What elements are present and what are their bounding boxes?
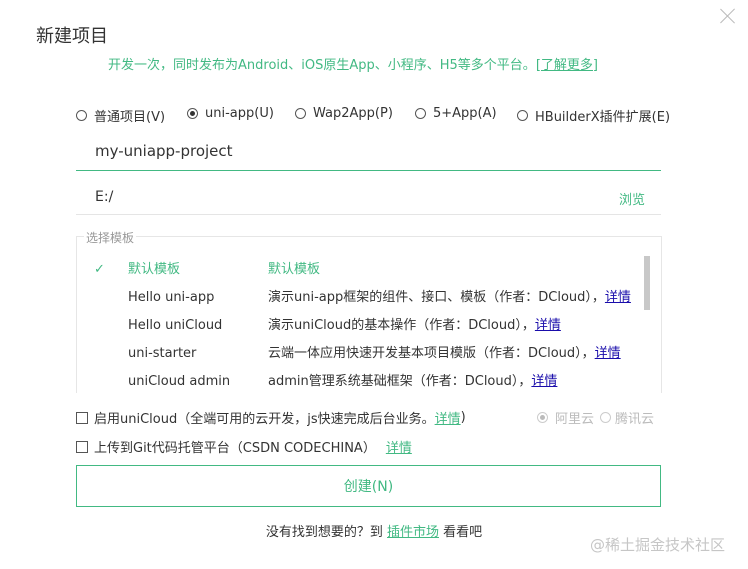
template-desc-wrap: 演示uni-app框架的组件、接口、模板（作者：DCloud），详情	[268, 284, 631, 312]
radio-normal-project[interactable]: 普通项目(V)	[76, 106, 165, 125]
provider-tencent: 腾讯云	[615, 412, 655, 427]
template-desc-wrap: admin管理系统基础框架（作者：DCloud），详情	[268, 368, 557, 392]
git-option: 上传到Git代码托管平台（CSDN CODECHINA） 详情	[76, 437, 412, 456]
template-legend: 选择模板	[84, 229, 137, 246]
template-item-hello-uni-app[interactable]: Hello uni-app 演示uni-app框架的组件、接口、模板（作者：DC…	[86, 284, 642, 312]
footer-suffix: 看看吧	[443, 525, 483, 540]
radio-uni-app[interactable]: uni-app(U)	[187, 106, 274, 121]
git-checkbox[interactable]	[76, 440, 88, 453]
watermark: @稀土掘金技术社区	[590, 536, 726, 554]
project-name-input[interactable]	[76, 134, 635, 168]
template-detail-link[interactable]: 详情	[535, 318, 561, 333]
location-field: 浏览	[76, 181, 661, 215]
unicloud-option: 启用uniCloud（全端可用的云开发，js快速完成后台业务。 详情)	[76, 408, 466, 427]
subtitle-text: 开发一次，同时发布为Android、iOS原生App、小程序、H5等多个平台。	[108, 58, 536, 73]
template-desc: 默认模板	[268, 262, 321, 277]
radio-circle-icon	[295, 108, 306, 119]
project-name-field	[76, 134, 661, 171]
git-label: 上传到Git代码托管平台（CSDN CODECHINA）	[94, 441, 376, 456]
radio-circle-icon	[517, 110, 528, 121]
close-icon[interactable]	[719, 7, 737, 25]
footer-prefix: 没有找到想要的？到	[265, 525, 383, 540]
browse-button[interactable]: 浏览	[619, 189, 645, 208]
unicloud-checkbox[interactable]	[76, 411, 88, 424]
radio-circle-icon	[76, 110, 87, 121]
radio-label: 普通项目(V)	[94, 110, 166, 125]
project-type-group: 普通项目(V) uni-app(U) Wap2App(P) 5+App(A) H…	[76, 106, 670, 125]
dialog-title: 新建项目	[36, 26, 108, 47]
template-desc: 演示uniCloud的基本操作（作者：DCloud），	[268, 318, 535, 333]
template-name: Hello uniCloud	[128, 318, 223, 333]
learn-more-link[interactable]: [了解更多]	[536, 58, 598, 73]
unicloud-suffix: )	[460, 410, 466, 425]
unicloud-detail-link[interactable]: 详情	[435, 408, 461, 427]
create-button[interactable]: 创建(N)	[76, 465, 661, 507]
template-scrollbar-thumb[interactable]	[644, 256, 650, 310]
radio-5plus-app[interactable]: 5+App(A)	[415, 106, 497, 121]
template-detail-link[interactable]: 详情	[595, 346, 621, 361]
cloud-provider-group: 阿里云 腾讯云	[537, 408, 654, 427]
radio-label: HBuilderX插件扩展(E)	[535, 110, 671, 125]
provider-aliyun: 阿里云	[555, 412, 595, 427]
plugin-market-link[interactable]: 插件市场	[387, 525, 439, 540]
template-item-hello-unicloud[interactable]: Hello uniCloud 演示uniCloud的基本操作（作者：DCloud…	[86, 312, 642, 340]
template-list: ✓ 默认模板 默认模板 Hello uni-app 演示uni-app框架的组件…	[86, 256, 642, 392]
template-desc: 演示uni-app框架的组件、接口、模板（作者：DCloud），	[268, 290, 605, 305]
radio-wap2app[interactable]: Wap2App(P)	[295, 106, 393, 121]
radio-circle-icon[interactable]	[600, 412, 612, 423]
git-detail-link[interactable]: 详情	[386, 437, 412, 456]
template-name: 默认模板	[128, 262, 181, 277]
radio-circle-icon	[415, 108, 426, 119]
template-name: uniCloud admin	[128, 374, 231, 389]
radio-label: 5+App(A)	[433, 106, 497, 121]
radio-checked-icon[interactable]	[537, 412, 548, 423]
template-desc: 云端一体应用快速开发基本项目模版（作者：DCloud），	[268, 346, 595, 361]
template-item-unicloud-admin[interactable]: uniCloud admin admin管理系统基础框架（作者：DCloud），…	[86, 368, 642, 392]
radio-checked-icon	[187, 108, 198, 119]
radio-label: uni-app(U)	[205, 106, 274, 121]
unicloud-label: 启用uniCloud（全端可用的云开发，js快速完成后台业务。	[94, 412, 435, 427]
subtitle: 开发一次，同时发布为Android、iOS原生App、小程序、H5等多个平台。[…	[108, 54, 598, 73]
radio-label: Wap2App(P)	[313, 106, 393, 121]
template-name: Hello uni-app	[128, 290, 215, 305]
radio-hbuilderx-plugin[interactable]: HBuilderX插件扩展(E)	[517, 106, 670, 125]
template-detail-link[interactable]: 详情	[605, 290, 631, 305]
check-icon: ✓	[94, 262, 105, 277]
template-desc-wrap: 演示uniCloud的基本操作（作者：DCloud），详情	[268, 312, 561, 340]
template-item-default[interactable]: ✓ 默认模板 默认模板	[86, 256, 642, 284]
template-item-uni-starter[interactable]: uni-starter 云端一体应用快速开发基本项目模版（作者：DCloud），…	[86, 340, 642, 368]
template-detail-link[interactable]: 详情	[531, 374, 557, 389]
location-input[interactable]	[76, 181, 575, 213]
template-desc-wrap: 云端一体应用快速开发基本项目模版（作者：DCloud），详情	[268, 340, 621, 368]
template-name: uni-starter	[128, 346, 197, 361]
template-desc: admin管理系统基础框架（作者：DCloud），	[268, 374, 532, 389]
